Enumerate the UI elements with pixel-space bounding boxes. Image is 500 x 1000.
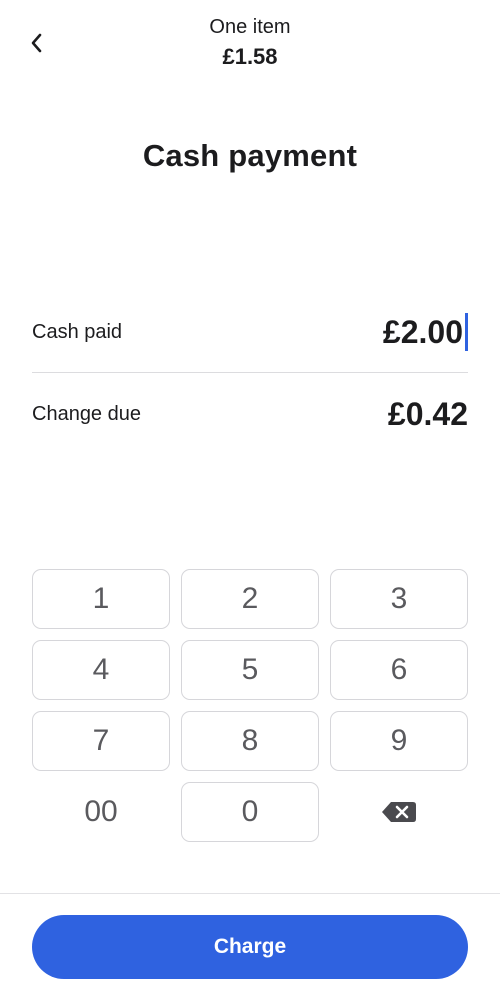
number-keypad: 1 2 3 4 5 6 7 8 9 00 0 (32, 569, 468, 842)
key-0[interactable]: 0 (181, 782, 319, 842)
order-summary-header: One item £1.58 (0, 14, 500, 72)
divider (32, 372, 468, 373)
key-8[interactable]: 8 (181, 711, 319, 771)
key-2[interactable]: 2 (181, 569, 319, 629)
cash-paid-label: Cash paid (32, 320, 123, 343)
item-count: One item (209, 16, 291, 38)
key-6[interactable]: 6 (330, 640, 468, 700)
key-00[interactable]: 00 (32, 782, 170, 842)
key-1[interactable]: 1 (32, 569, 170, 629)
text-caret (465, 313, 468, 351)
key-9[interactable]: 9 (330, 711, 468, 771)
page-title: Cash payment (142, 138, 358, 173)
cash-paid-row: Cash paid £2.00 (32, 308, 468, 356)
change-due-label: Change due (32, 402, 141, 425)
key-5[interactable]: 5 (181, 640, 319, 700)
cash-payment-screen: One item £1.58 Cash payment Cash paid £2… (0, 0, 500, 1000)
cash-paid-value: £2.00 (382, 313, 463, 350)
charge-button[interactable]: Charge (32, 915, 468, 979)
backspace-key[interactable] (330, 782, 468, 842)
change-due-row: Change due £0.42 (32, 390, 468, 438)
footer-divider (0, 893, 500, 894)
key-3[interactable]: 3 (330, 569, 468, 629)
cash-paid-input[interactable]: £2.00 (383, 313, 468, 351)
backspace-icon (382, 802, 416, 822)
key-4[interactable]: 4 (32, 640, 170, 700)
key-7[interactable]: 7 (32, 711, 170, 771)
order-total: £1.58 (222, 44, 278, 69)
change-due-value: £0.42 (387, 395, 468, 432)
